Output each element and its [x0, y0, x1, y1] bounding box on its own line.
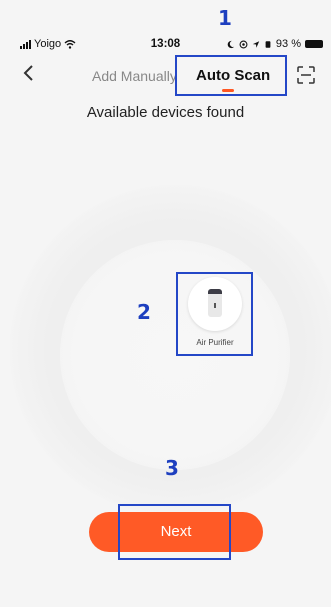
- battery-icon: [305, 40, 323, 48]
- location-icon: [252, 40, 260, 48]
- annotation-3: 3: [165, 456, 179, 480]
- annotation-1: 1: [218, 6, 232, 30]
- annotation-box-auto-scan: [175, 55, 287, 96]
- radar-ring-inner: [60, 240, 290, 470]
- orientation-lock-icon: [239, 40, 248, 48]
- annotation-box-next: [118, 504, 231, 560]
- status-bar: Yoigo 13:08 93 %: [0, 38, 331, 54]
- tab-add-manually[interactable]: Add Manually: [92, 68, 177, 84]
- page-title: Available devices found: [86, 104, 245, 121]
- annotation-box-device: [176, 272, 253, 356]
- scan-frame-icon[interactable]: [297, 66, 315, 84]
- moon-icon: [227, 40, 235, 48]
- chevron-left-icon: [23, 65, 33, 81]
- status-right: 93 %: [226, 38, 323, 50]
- alarm-icon: [265, 40, 271, 48]
- back-button[interactable]: [22, 64, 34, 86]
- battery-percent: 93 %: [275, 38, 301, 50]
- annotation-2: 2: [137, 300, 151, 324]
